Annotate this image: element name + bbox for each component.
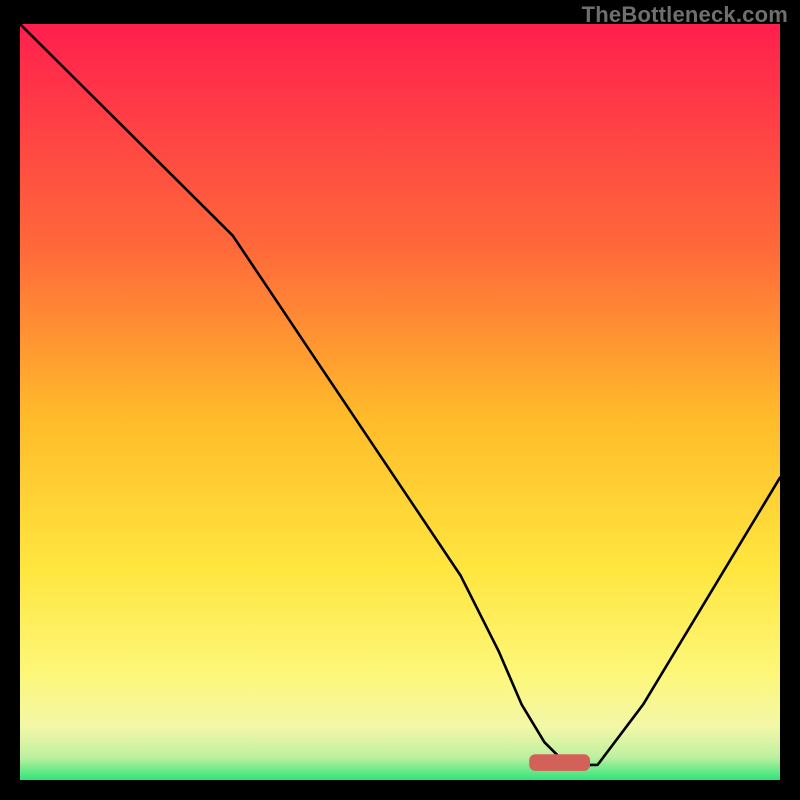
watermark-text: TheBottleneck.com (582, 2, 788, 28)
plot-area (20, 24, 780, 780)
optimal-marker (529, 754, 590, 771)
chart-frame: TheBottleneck.com (0, 0, 800, 800)
bottleneck-chart-svg (20, 24, 780, 780)
